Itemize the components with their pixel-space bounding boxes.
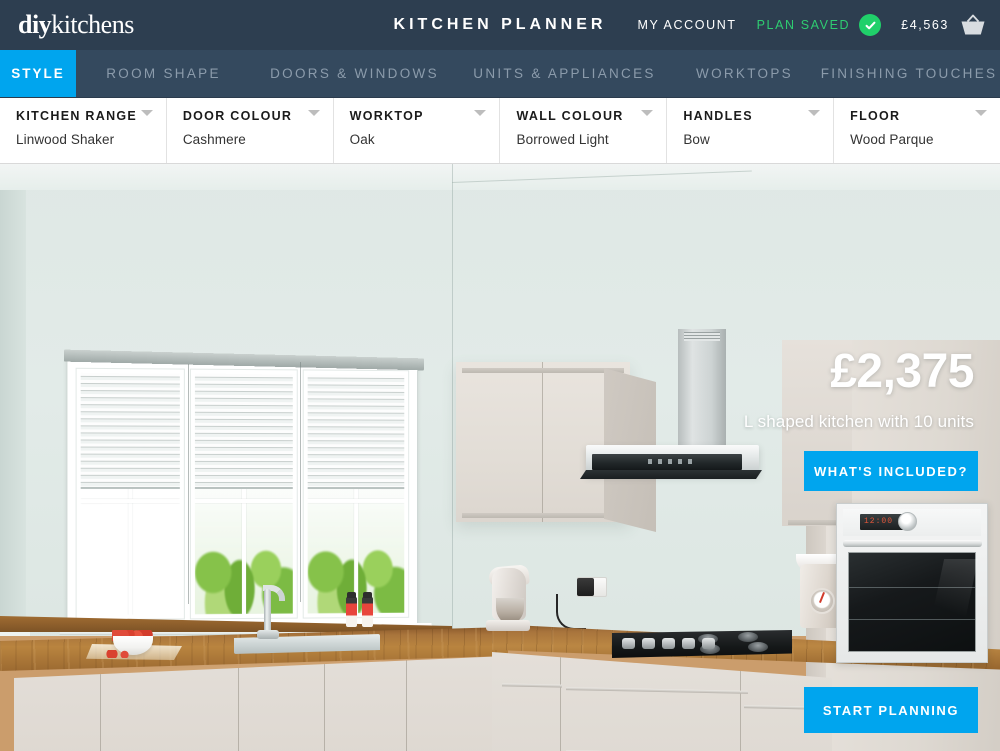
selector-door-colour[interactable]: DOOR COLOUR Cashmere — [167, 98, 334, 163]
whats-included-button[interactable]: WHAT'S INCLUDED? — [804, 451, 978, 491]
oven-function-dial[interactable] — [898, 512, 917, 531]
kitchen-tap[interactable] — [264, 589, 271, 635]
blind-cord — [188, 364, 189, 604]
kitchen-description: L shaped kitchen with 10 units — [743, 412, 974, 431]
extractor-hood-chimney — [678, 329, 726, 454]
plan-saved-status: PLAN SAVED — [757, 14, 882, 36]
hob-control-knobs[interactable] — [622, 638, 715, 649]
selector-handles[interactable]: HANDLES Bow — [667, 98, 835, 163]
hob-knob[interactable] — [682, 638, 695, 649]
style-selector-bar: KITCHEN RANGE Linwood Shaker DOOR COLOUR… — [0, 98, 1000, 164]
hob-knob[interactable] — [642, 638, 655, 649]
extractor-hood-lip — [580, 470, 762, 479]
window-pane-right — [302, 369, 410, 619]
selector-value: Borrowed Light — [516, 132, 609, 147]
primary-nav: STYLE ROOM SHAPE DOORS & WINDOWS UNITS &… — [0, 50, 1000, 98]
appliance-cable — [556, 594, 586, 630]
tab-doors-and-windows[interactable]: DOORS & WINDOWS — [251, 50, 458, 97]
oven-door-handle[interactable] — [843, 540, 982, 547]
soap-dispenser-pump — [347, 592, 356, 598]
logo-kitchens-text: kitchens — [51, 10, 134, 39]
kitchen-render-viewport[interactable]: ▬▬ 12:00 £2,375 L shaped kitchen with 10… — [0, 164, 1000, 751]
stand-mixer-base — [486, 620, 530, 631]
tab-worktops[interactable]: WORKTOPS — [671, 50, 818, 97]
plan-saved-label: PLAN SAVED — [756, 18, 851, 32]
soap-dispenser — [362, 597, 373, 627]
kitchen-price: £2,375 — [830, 345, 974, 398]
oven-display-text: 12:00 — [864, 517, 894, 526]
ceiling — [0, 164, 1000, 190]
cabinet-door-seam — [406, 656, 407, 751]
selector-wall-colour[interactable]: WALL COLOUR Borrowed Light — [500, 98, 668, 163]
soap-dispenser-pump — [363, 592, 372, 598]
kitchen-planner-app: diykitchens KITCHEN PLANNER MY ACCOUNT P… — [0, 0, 1000, 751]
window-blind-slats — [307, 374, 405, 490]
cabinet-door-seam — [324, 656, 325, 751]
start-planning-button[interactable]: START PLANNING — [804, 687, 978, 733]
oven-door-glass — [848, 552, 979, 652]
hob-burner — [748, 642, 768, 652]
cabinet-door-seam — [542, 362, 543, 522]
tab-style[interactable]: STYLE — [0, 50, 76, 97]
chevron-down-icon[interactable] — [474, 110, 487, 116]
app-header: diykitchens KITCHEN PLANNER MY ACCOUNT P… — [0, 0, 1000, 50]
wall-cabinet-bottom-rail — [462, 513, 624, 518]
oven-glass-reflection — [925, 559, 979, 645]
blind-cord — [300, 362, 301, 602]
my-account-link[interactable]: MY ACCOUNT — [637, 18, 736, 32]
check-circle-icon — [859, 14, 882, 36]
chevron-down-icon[interactable] — [641, 110, 654, 116]
selector-worktop[interactable]: WORKTOP Oak — [334, 98, 501, 163]
kitchen-window — [66, 358, 418, 630]
window-mullion-horizontal — [194, 498, 293, 503]
chevron-down-icon[interactable] — [140, 110, 153, 116]
window-mullion-horizontal — [80, 498, 180, 503]
wall-cabinet-left[interactable] — [456, 362, 630, 522]
selector-value: Linwood Shaker — [16, 132, 115, 147]
spilled-tomatoes — [106, 650, 136, 658]
brand-logo[interactable]: diykitchens — [18, 12, 134, 38]
chevron-down-icon[interactable] — [974, 110, 987, 116]
header-actions: MY ACCOUNT PLAN SAVED £4,563 — [637, 14, 986, 36]
tab-room-shape[interactable]: ROOM SHAPE — [76, 50, 251, 97]
wall-cabinet-top-rail — [462, 368, 624, 373]
logo-diy-text: diy — [18, 10, 52, 39]
window-mullion-horizontal — [307, 498, 405, 503]
extractor-hood-controls[interactable] — [648, 459, 694, 464]
selector-value: Cashmere — [182, 132, 246, 147]
selector-floor[interactable]: FLOOR Wood Parque — [834, 98, 1000, 163]
selector-value: Oak — [349, 132, 375, 147]
shopping-basket-icon[interactable] — [960, 14, 986, 36]
wall-corner-line — [452, 164, 453, 644]
soap-dispenser — [346, 597, 357, 627]
basket-total-label: £4,563 — [901, 18, 949, 32]
hob-burner — [738, 632, 758, 642]
window-pane-left — [75, 367, 185, 621]
chevron-down-icon[interactable] — [307, 110, 320, 116]
chevron-down-icon[interactable] — [808, 110, 821, 116]
window-blind-slats — [194, 373, 293, 490]
hob-knob[interactable] — [702, 638, 715, 649]
window-blind-slats — [80, 372, 180, 490]
tab-finishing-touches[interactable]: FINISHING TOUCHES — [818, 50, 1000, 97]
cabinet-door-seam — [560, 652, 561, 751]
cabinet-door-seam — [238, 656, 239, 751]
tab-units-and-appliances[interactable]: UNITS & APPLIANCES — [458, 50, 671, 97]
tap-base — [257, 630, 279, 639]
hob-knob[interactable] — [662, 638, 675, 649]
selector-value: Bow — [683, 132, 710, 147]
selector-value: Wood Parque — [850, 132, 934, 147]
window-panes — [75, 367, 410, 621]
basket-summary[interactable]: £4,563 — [901, 14, 986, 36]
window-pane-centre — [189, 368, 298, 620]
price-summary: £2,375 L shaped kitchen with 10 units — [743, 345, 975, 432]
selector-kitchen-range[interactable]: KITCHEN RANGE Linwood Shaker — [0, 98, 167, 163]
hob-knob[interactable] — [622, 638, 635, 649]
extractor-hood-vent-grille — [684, 332, 720, 341]
